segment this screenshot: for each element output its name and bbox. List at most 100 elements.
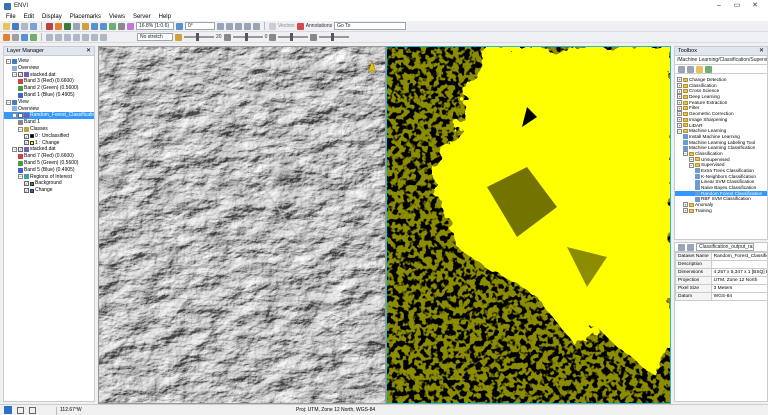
- crop-icon[interactable]: [235, 22, 242, 30]
- transparency-slider[interactable]: [319, 33, 350, 41]
- layer-tree-item[interactable]: Band 1: [4, 119, 94, 126]
- cursor-value-icon[interactable]: [46, 22, 53, 30]
- close-button[interactable]: ✕: [746, 1, 764, 11]
- sharpen-icon[interactable]: [21, 33, 28, 41]
- expand-toggle-icon[interactable]: +: [677, 88, 682, 94]
- expand-toggle-icon[interactable]: +: [677, 94, 682, 100]
- layer-icon[interactable]: [30, 22, 37, 30]
- layer-checkbox[interactable]: ✓: [18, 113, 23, 119]
- placemark-icon[interactable]: [55, 22, 62, 30]
- expand-toggle-icon[interactable]: −: [12, 147, 17, 153]
- menu-edit[interactable]: Edit: [20, 14, 38, 20]
- sharpen-slider[interactable]: [278, 33, 309, 41]
- pan-hand-icon[interactable]: [82, 22, 89, 30]
- expand-toggle-icon[interactable]: +: [683, 202, 688, 208]
- contrast-slider[interactable]: [232, 33, 263, 41]
- layer-tree-item[interactable]: − ✓ stacked.dat: [4, 146, 94, 153]
- grid-icon[interactable]: [226, 22, 233, 30]
- expand-toggle-icon[interactable]: +: [677, 105, 682, 111]
- vectors-icon[interactable]: [269, 22, 276, 30]
- optimized-stretch-icon[interactable]: [91, 33, 98, 41]
- expand-toggle-icon[interactable]: −: [689, 162, 694, 168]
- windows-start-icon[interactable]: [4, 406, 12, 414]
- property-value[interactable]: 4,257 x 5,347 x 1 [BSQ] Byte: [710, 268, 767, 277]
- expand-toggle-icon[interactable]: −: [18, 174, 23, 180]
- layer-tree-item[interactable]: Band 5 (Green) (0.5600): [4, 160, 94, 167]
- recent-icon[interactable]: [705, 65, 712, 73]
- expand-toggle-icon[interactable]: −: [6, 58, 11, 64]
- minimize-button[interactable]: –: [710, 1, 728, 11]
- property-value[interactable]: 3 Meters: [710, 284, 767, 293]
- fit-icon[interactable]: [109, 22, 116, 30]
- linear-stretch-icon[interactable]: [46, 33, 53, 41]
- expand-toggle-icon[interactable]: +: [677, 100, 682, 106]
- layer-tree-item[interactable]: − Classes: [4, 126, 94, 133]
- layer-tree-item[interactable]: Band 1 (Blue) (0.4905): [4, 92, 94, 99]
- layer-tree-item[interactable]: − Regions of Interest: [4, 174, 94, 181]
- sort-icon[interactable]: [678, 243, 685, 251]
- image-view-left[interactable]: [98, 46, 386, 404]
- crosshair-icon[interactable]: [64, 22, 71, 30]
- layer-tree-item[interactable]: ✓ 1 : Change: [4, 140, 94, 147]
- expand-toggle-icon[interactable]: −: [683, 151, 688, 157]
- expand-toggle-icon[interactable]: −: [6, 99, 11, 105]
- image-view-right[interactable]: [386, 46, 671, 404]
- layer-checkbox[interactable]: ✓: [18, 72, 23, 78]
- layer-tree-item[interactable]: ✓ Change: [4, 187, 94, 194]
- search-icon[interactable]: [17, 406, 24, 414]
- toolbox-search-path[interactable]: /Machine Learning/Classification/Supervi…: [675, 56, 767, 65]
- zoom-combo[interactable]: 16.8% (1:0.6): [136, 22, 174, 30]
- toolbox-tree-item[interactable]: + Training: [675, 208, 767, 214]
- expand-toggle-icon[interactable]: +: [677, 83, 682, 89]
- zoom-out-icon[interactable]: [100, 22, 107, 30]
- menu-placemarks[interactable]: Placemarks: [66, 14, 105, 20]
- brightness-icon[interactable]: [3, 33, 10, 41]
- layer-tree-item[interactable]: Overview: [4, 65, 94, 72]
- brightness-slider[interactable]: [184, 33, 214, 41]
- menu-display[interactable]: Display: [38, 14, 66, 20]
- menu-help[interactable]: Help: [155, 14, 175, 20]
- close-icon[interactable]: ✕: [86, 47, 91, 56]
- stretch-combo[interactable]: No stretch: [137, 33, 173, 41]
- menu-server[interactable]: Server: [129, 14, 155, 20]
- gaussian-stretch-icon[interactable]: [55, 33, 62, 41]
- expand-toggle-icon[interactable]: +: [683, 208, 688, 214]
- open-folder-icon[interactable]: [3, 22, 10, 30]
- stretch-menu-icon[interactable]: [100, 33, 107, 41]
- layer-tree-item[interactable]: Band 5 (Blue) (0.4905): [4, 167, 94, 174]
- expand-toggle-icon[interactable]: −: [12, 72, 17, 78]
- property-value[interactable]: UTM, Zone 12 North: [710, 276, 767, 285]
- expand-toggle-icon[interactable]: −: [18, 126, 23, 132]
- property-value[interactable]: WGS-84: [710, 292, 767, 301]
- layer-tree-item[interactable]: − View: [4, 58, 94, 65]
- layer-checkbox[interactable]: ✓: [24, 188, 29, 194]
- properties-selector[interactable]: Classification_output_raster_2: [696, 243, 754, 251]
- layer-tree-item[interactable]: − View: [4, 99, 94, 106]
- layer-tree-item[interactable]: Band 7 (Red) (0.6600): [4, 153, 94, 160]
- expand-toggle-icon[interactable]: +: [677, 77, 682, 83]
- snapshot-icon[interactable]: [253, 22, 260, 30]
- data-manager-icon[interactable]: [21, 22, 28, 30]
- equalize-icon[interactable]: [64, 33, 71, 41]
- layer-tree-item[interactable]: ✓ Background: [4, 180, 94, 187]
- layer-tree-item[interactable]: Band 2 (Green) (0.5600): [4, 85, 94, 92]
- log-stretch-icon[interactable]: [82, 33, 89, 41]
- annotations-label[interactable]: Annotations: [306, 23, 332, 29]
- contrast-icon[interactable]: [12, 33, 19, 41]
- expand-toggle-icon[interactable]: −: [12, 113, 17, 119]
- select-icon[interactable]: [73, 22, 80, 30]
- collapse-icon[interactable]: [678, 65, 685, 73]
- layer-tree-item[interactable]: − ✓ stacked.dat: [4, 72, 94, 79]
- rotate-left-icon[interactable]: [176, 22, 183, 30]
- layer-tree-item[interactable]: Overview: [4, 106, 94, 113]
- property-value[interactable]: Random_Forest_Classification_: [710, 252, 767, 261]
- folder-icon[interactable]: [696, 65, 703, 73]
- maximize-button[interactable]: ▭: [728, 1, 746, 11]
- goto-field[interactable]: Go To: [334, 22, 407, 30]
- expand-toggle-icon[interactable]: +: [689, 156, 694, 162]
- chip-icon[interactable]: [127, 22, 134, 30]
- expand-icon[interactable]: [687, 65, 694, 73]
- layer-tree-item[interactable]: − ✓ Random_Forest_Classification_: [4, 112, 94, 120]
- layer-checkbox[interactable]: ✓: [24, 140, 29, 146]
- expand-toggle-icon[interactable]: +: [677, 111, 682, 117]
